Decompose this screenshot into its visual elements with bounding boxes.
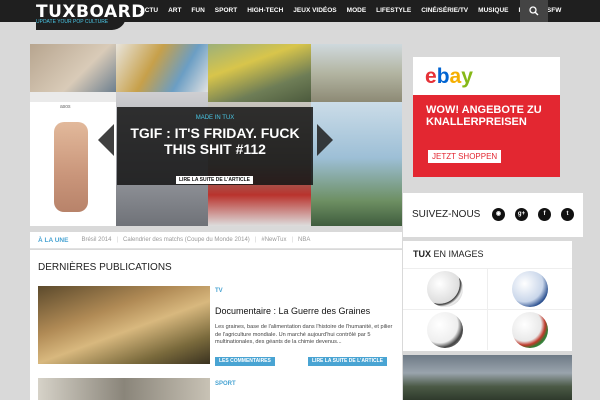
featured-read-more[interactable]: LIRE LA SUITE DE L'ARTICLE — [176, 176, 254, 184]
ball-image — [512, 312, 548, 348]
read-more-button[interactable]: LIRE LA SUITE DE L'ARTICLE — [308, 357, 388, 366]
nav-item-fun[interactable]: FUN — [186, 0, 209, 22]
nav-item-cine-serie-tv[interactable]: CINÉ/SÉRIE/TV — [416, 0, 473, 22]
a-la-une-label[interactable]: À LA UNE — [30, 237, 76, 244]
nav-item-musique[interactable]: MUSIQUE — [473, 0, 513, 22]
post-title[interactable]: Documentaire : La Guerre des Graines — [215, 306, 370, 316]
post-category[interactable]: TV — [215, 288, 223, 294]
stadium-photo[interactable] — [403, 355, 572, 400]
gallery-item[interactable] — [488, 309, 572, 350]
ad-panel: WOW! ANGEBOTE ZU KNALLERPREISEN JETZT SH… — [413, 95, 560, 177]
search-button[interactable] — [520, 0, 548, 22]
widget-heading: TUX EN IMAGES — [413, 249, 484, 259]
follow-label: SUIVEZ-NOUS — [412, 209, 481, 220]
svg-text:ebay: ebay — [425, 65, 473, 88]
logo-tagline: UPDATE YOUR POP CULTURE — [36, 19, 109, 25]
search-icon — [529, 6, 539, 16]
google-plus-icon[interactable]: g+ — [515, 208, 528, 221]
slider-next-arrow[interactable] — [317, 124, 333, 156]
rss-icon[interactable]: ◉ — [492, 208, 505, 221]
post-excerpt: Les graines, base de l'alimentation dans… — [215, 324, 393, 345]
slider-prev-arrow[interactable] — [98, 124, 114, 156]
mosaic-image — [208, 44, 311, 102]
comments-button[interactable]: LES COMMENTAIRES — [215, 357, 275, 366]
mosaic-image — [311, 44, 402, 102]
nav-item-art[interactable]: ART — [163, 0, 186, 22]
ball-image — [512, 271, 548, 307]
facebook-icon[interactable]: f — [538, 208, 551, 221]
gallery-item[interactable] — [403, 268, 488, 309]
nav-item-sport[interactable]: SPORT — [210, 0, 242, 22]
nav-item-jeux-videos[interactable]: JEUX VIDÉOS — [288, 0, 341, 22]
asos-label: asos — [60, 104, 71, 110]
gallery-item[interactable] — [403, 309, 488, 350]
tag-link[interactable]: Calendrier des matchs (Coupe du Monde 20… — [118, 237, 255, 243]
tag-link[interactable]: Brésil 2014 — [76, 237, 116, 243]
mosaic-image — [116, 44, 208, 92]
mosaic-image — [30, 44, 116, 92]
gallery-item[interactable] — [488, 268, 572, 309]
main-nav: ACTU ART FUN SPORT HIGH-TECH JEUX VIDÉOS… — [135, 0, 566, 22]
tag-link[interactable]: NBA — [293, 237, 315, 243]
post-category[interactable]: SPORT — [215, 381, 236, 387]
site-logo[interactable]: TUXBOARD UPDATE YOUR POP CULTURE — [36, 0, 145, 30]
mosaic-image — [311, 102, 402, 226]
ad-headline: WOW! ANGEBOTE ZU KNALLERPREISEN — [426, 104, 542, 128]
featured-title[interactable]: TGIF : IT'S FRIDAY. FUCK THIS SHIT #112 — [117, 125, 313, 157]
section-heading: DERNIÈRES PUBLICATIONS — [38, 262, 172, 273]
tux-images-widget: TUX EN IMAGES — [403, 241, 572, 351]
nav-item-mode[interactable]: MODE — [342, 0, 372, 22]
post-thumbnail[interactable] — [38, 378, 210, 400]
ebay-logo: ebay — [425, 65, 473, 88]
twitter-icon[interactable]: t — [561, 208, 574, 221]
trending-tags: À LA UNE Brésil 2014 | Calendrier des ma… — [30, 232, 402, 249]
tag-link[interactable]: #NewTux — [256, 237, 291, 243]
ebay-ad-banner[interactable]: ebay WOW! ANGEBOTE ZU KNALLERPREISEN JET… — [413, 57, 560, 177]
latest-publications: DERNIÈRES PUBLICATIONS TV Documentaire :… — [30, 250, 402, 400]
featured-caption[interactable]: MADE IN TUX TGIF : IT'S FRIDAY. FUCK THI… — [117, 107, 313, 185]
follow-us-box: SUIVEZ-NOUS ◉ g+ f t — [403, 193, 583, 237]
ad-cta-button[interactable]: JETZT SHOPPEN — [428, 150, 502, 163]
ball-image — [427, 271, 463, 307]
featured-category[interactable]: MADE IN TUX — [117, 115, 313, 121]
featured-slider[interactable]: asos MADE IN TUX TGIF : IT'S FRIDAY. FUC… — [30, 44, 402, 226]
mosaic-image: asos — [30, 92, 116, 226]
nav-item-lifestyle[interactable]: LIFESTYLE — [371, 0, 416, 22]
nav-item-high-tech[interactable]: HIGH-TECH — [242, 0, 288, 22]
ball-image — [427, 312, 463, 348]
post-thumbnail[interactable] — [38, 286, 210, 364]
